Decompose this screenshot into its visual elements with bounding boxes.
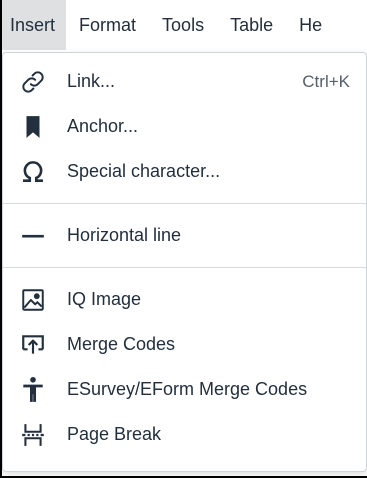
menu-item-special-character[interactable]: Special character... (3, 149, 366, 194)
menu-item-iq-image[interactable]: IQ Image (3, 277, 366, 322)
bookmark-icon (19, 113, 47, 141)
menu-help[interactable]: He (286, 0, 335, 50)
menu-item-label: Special character... (67, 161, 221, 181)
menu-insert[interactable]: Insert (2, 0, 67, 50)
menu-item-label: Merge Codes (67, 334, 176, 354)
menu-item-esurvey-merge-codes[interactable]: ESurvey/EForm Merge Codes (3, 367, 366, 412)
menubar: Insert Format Tools Table He (2, 0, 367, 50)
merge-codes-icon (19, 331, 47, 359)
link-icon (19, 68, 47, 96)
person-icon (19, 376, 47, 404)
menu-item-label: Page Break (67, 424, 162, 444)
image-icon (19, 286, 47, 314)
menu-item-label: Anchor... (67, 116, 139, 136)
menu-item-shortcut: Ctrl+K (302, 71, 350, 91)
menu-format[interactable]: Format (66, 0, 149, 50)
menu-item-label: Horizontal line (67, 225, 182, 245)
menu-table[interactable]: Table (217, 0, 286, 50)
menu-item-label: Link... (67, 71, 116, 91)
menu-divider (3, 267, 366, 268)
insert-menu-dropdown: Link... Ctrl+K Anchor... Special charact… (2, 52, 367, 472)
omega-icon (19, 158, 47, 186)
menu-tools[interactable]: Tools (149, 0, 217, 50)
menu-item-label: ESurvey/EForm Merge Codes (67, 379, 308, 399)
horizontal-line-icon (19, 222, 47, 250)
menu-item-page-break[interactable]: Page Break (3, 412, 366, 457)
menu-item-merge-codes[interactable]: Merge Codes (3, 322, 366, 367)
menu-item-anchor[interactable]: Anchor... (3, 104, 366, 149)
page-break-icon (19, 421, 47, 449)
menu-item-link[interactable]: Link... Ctrl+K (3, 59, 366, 104)
menu-item-horizontal-line[interactable]: Horizontal line (3, 213, 366, 258)
menu-item-label: IQ Image (67, 289, 142, 309)
menu-divider (3, 203, 366, 204)
